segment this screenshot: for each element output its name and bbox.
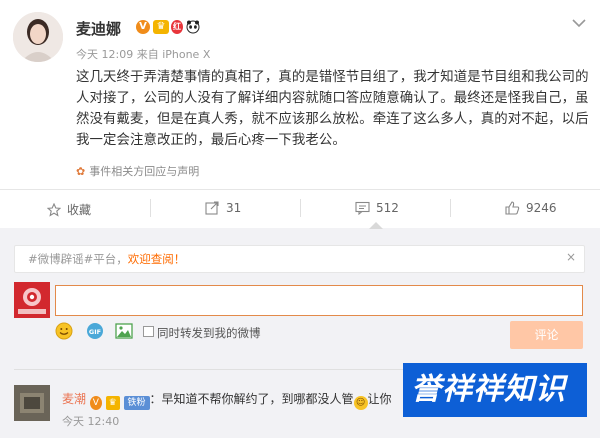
- member-gift-icon: ♛: [153, 20, 169, 34]
- post-meta: 今天 12:09 来自 iPhone X: [76, 48, 211, 61]
- like-button[interactable]: 9246: [505, 201, 557, 215]
- separator: [150, 199, 151, 217]
- watermark-logo: 誉祥祥知识: [403, 363, 587, 417]
- repost-checkbox-label[interactable]: 同时转发到我的微博: [157, 325, 261, 341]
- source-label: 事件相关方回应与声明: [89, 165, 200, 178]
- member-gift-icon: ♛: [105, 396, 120, 410]
- repost-button[interactable]: 31: [205, 201, 241, 215]
- collect-label: 收藏: [67, 203, 92, 217]
- image-icon[interactable]: [115, 322, 133, 340]
- flower-icon: ✿: [76, 165, 86, 178]
- reply-text: ：早知道不帮你解约了，到哪都没人管: [149, 392, 354, 406]
- separator: [450, 199, 451, 217]
- thumbs-up-icon: [505, 201, 520, 215]
- verified-badge-icon: V: [136, 20, 150, 34]
- active-tab-caret: [369, 222, 383, 229]
- comment-icon: [355, 201, 370, 215]
- current-user-avatar: [14, 282, 50, 318]
- divider: [0, 189, 600, 190]
- topic-link[interactable]: 欢迎查阅！: [128, 252, 186, 266]
- emoji-icon: ☺: [353, 396, 368, 410]
- reply-time: 今天 12:40: [62, 415, 120, 428]
- collect-button[interactable]: 收藏: [47, 201, 91, 218]
- author-name[interactable]: 麦迪娜: [76, 18, 121, 39]
- gif-icon[interactable]: GIF: [86, 322, 104, 340]
- close-icon[interactable]: ×: [566, 250, 576, 264]
- reply-text-tail: 让你: [367, 392, 392, 406]
- reply-avatar[interactable]: [14, 385, 50, 421]
- reply-author-name[interactable]: 麦潮: [62, 392, 86, 406]
- comment-button[interactable]: 512: [355, 201, 399, 215]
- repost-checkbox[interactable]: [143, 326, 154, 337]
- chevron-down-icon[interactable]: [570, 14, 588, 28]
- repost-count: 31: [226, 201, 242, 215]
- panda-icon: [186, 20, 200, 34]
- separator: [300, 199, 301, 217]
- comment-count: 512: [376, 201, 399, 215]
- reply-text-line: 麦潮 V ♛ 铁粉 ：早知道不帮你解约了，到哪都没人管 ☺ 让你: [62, 390, 392, 410]
- like-count: 9246: [526, 201, 557, 215]
- post-content: 这几天终于弄清楚事情的真相了，真的是错怪节目组了，我才知道是节目组和我公司的人对…: [76, 70, 589, 148]
- medal-icon: 红: [171, 20, 183, 34]
- topic-notice-text: #微博辟谣#平台，欢迎查阅！: [28, 251, 185, 267]
- emoji-icon[interactable]: [55, 322, 73, 340]
- topic-prefix[interactable]: #微博辟谣#平台，: [28, 252, 128, 266]
- repost-icon: [205, 201, 219, 215]
- verified-badge-icon: V: [89, 396, 102, 410]
- source-link[interactable]: ✿ 事件相关方回应与声明: [76, 163, 199, 179]
- svg-text:GIF: GIF: [89, 328, 101, 336]
- submit-comment-button[interactable]: 评论: [510, 321, 583, 349]
- fan-tag: 铁粉: [123, 396, 150, 410]
- star-icon: [47, 202, 61, 217]
- author-avatar[interactable]: [13, 12, 63, 62]
- comment-input[interactable]: [55, 285, 583, 316]
